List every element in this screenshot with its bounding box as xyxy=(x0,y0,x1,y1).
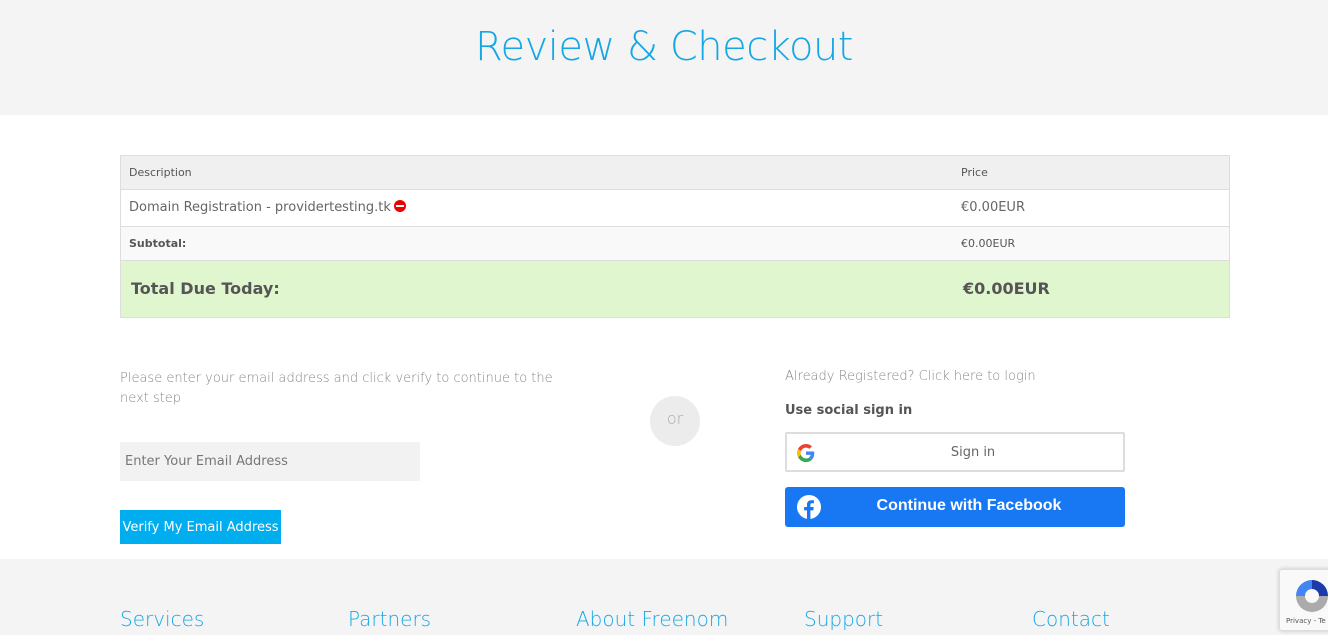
item-price: €0.00EUR xyxy=(961,200,1025,215)
subtotal-value: €0.00EUR xyxy=(961,237,1016,250)
item-description-cell: Domain Registration - providertesting.tk xyxy=(129,200,406,215)
total-row: Total Due Today: €0.00EUR xyxy=(121,261,1229,317)
google-sign-in-button[interactable]: Sign in xyxy=(785,432,1125,472)
footer-link-services[interactable]: Services xyxy=(120,607,204,631)
facebook-continue-button[interactable]: Continue with Facebook xyxy=(785,487,1125,527)
page-title: Review & Checkout xyxy=(475,24,853,70)
recaptcha-badge[interactable]: Privacy - Te xyxy=(1279,569,1328,631)
email-instructions: Please enter your email address and clic… xyxy=(120,371,553,406)
cart-header-row: Description Price xyxy=(121,156,1229,190)
social-sign-in-label: Use social sign in xyxy=(785,403,913,418)
footer-link-partners[interactable]: Partners xyxy=(348,607,431,631)
recaptcha-privacy-text[interactable]: Privacy - Te xyxy=(1286,617,1326,625)
subtotal-label: Subtotal: xyxy=(129,237,187,250)
total-value: €0.00EUR xyxy=(963,279,1050,298)
remove-icon[interactable] xyxy=(393,200,406,212)
or-divider: or xyxy=(650,396,700,446)
footer-link-support[interactable]: Support xyxy=(804,607,883,631)
page-header: Review & Checkout xyxy=(0,0,1328,115)
google-sign-in-label: Sign in xyxy=(950,445,996,460)
footer-link-contact[interactable]: Contact xyxy=(1032,607,1110,631)
column-header-price: Price xyxy=(961,166,988,179)
column-header-description: Description xyxy=(129,166,192,179)
cart-table: Description Price Domain Registration - … xyxy=(120,155,1230,318)
recaptcha-icon xyxy=(1296,580,1328,612)
email-input[interactable] xyxy=(120,442,420,481)
table-row: Domain Registration - providertesting.tk… xyxy=(121,190,1229,227)
facebook-continue-label: Continue with Facebook xyxy=(876,497,1062,514)
login-link[interactable]: Already Registered? Click here to login xyxy=(785,369,1036,384)
item-description: Domain Registration - providertesting.tk xyxy=(129,200,391,215)
footer: Services Partners About Freenom Support … xyxy=(0,559,1328,635)
subtotal-row: Subtotal: €0.00EUR xyxy=(121,227,1229,261)
total-label: Total Due Today: xyxy=(131,279,280,298)
footer-link-about[interactable]: About Freenom xyxy=(576,607,728,631)
verify-email-button[interactable]: Verify My Email Address xyxy=(120,510,281,544)
